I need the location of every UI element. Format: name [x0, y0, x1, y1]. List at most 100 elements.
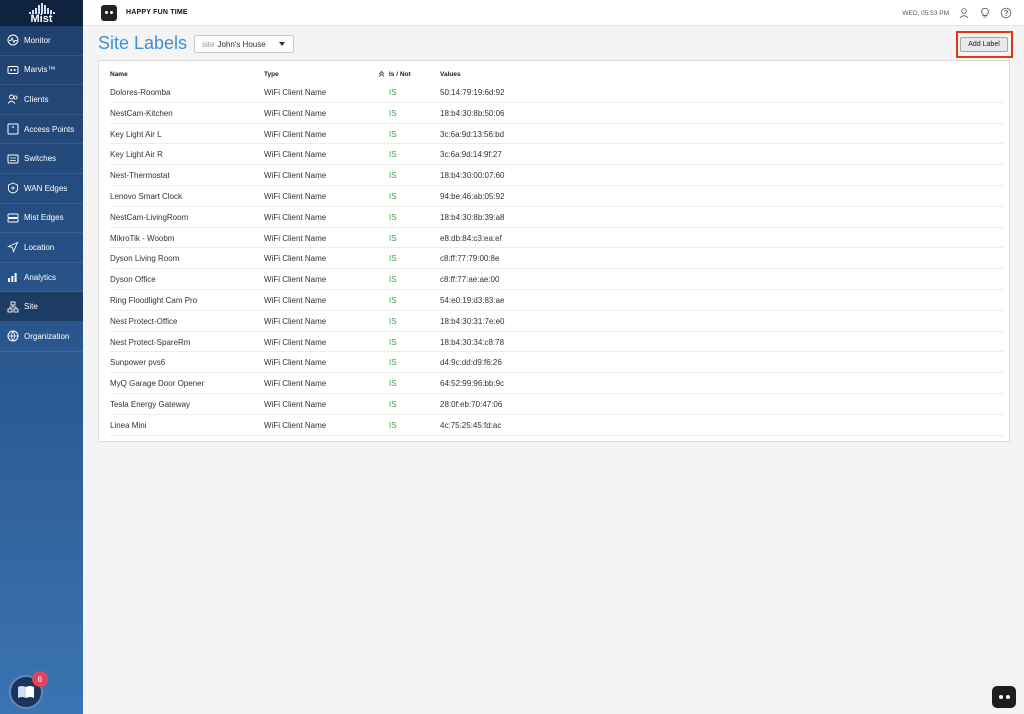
organization-icon	[7, 330, 19, 342]
cell-value: 18:b4:30:31:7e:e0	[440, 316, 505, 326]
cell-name: Key Light Air L	[110, 129, 162, 139]
cell-name: Linea Mini	[110, 420, 147, 430]
cell-is-not: IS	[389, 337, 397, 347]
cell-name: NestCam-Kitchen	[110, 108, 173, 118]
top-header: HAPPY FUN TIME WED, 05:53 PM	[83, 0, 1024, 26]
sidebar-item-label: Site	[24, 302, 38, 312]
table-row[interactable]: Ring Floodlight Cam Pro WiFi Client Name I…	[110, 290, 1003, 311]
table-header: Name Type Is / Not Values	[110, 69, 1003, 81]
column-header-name[interactable]: Name	[110, 71, 128, 78]
cell-type: WiFi Client Name	[264, 150, 327, 160]
cell-value: 28:0f:eb:70:47:06	[440, 399, 503, 409]
sidebar-item-organization[interactable]: Organization	[0, 322, 83, 352]
site-selected-value: John's House	[217, 39, 266, 49]
logo-mark-icon	[28, 2, 55, 14]
table-row[interactable]: Lenovo Smart Clock WiFi Client Name IS 94:b…	[110, 186, 1003, 207]
sidebar-item-site[interactable]: Site	[0, 292, 83, 322]
table-row[interactable]: Dyson Living Room WiFi Client Name IS c8:ff…	[110, 248, 1003, 270]
cell-is-not: IS	[389, 233, 397, 243]
lightbulb-icon[interactable]	[979, 7, 991, 19]
site-prefix-label: site	[202, 39, 215, 49]
table-row[interactable]: Sunpower pvs6 WiFi Client Name IS d4:9c:dd:…	[110, 352, 1003, 374]
sidebar-item-label: WAN Edges	[24, 183, 68, 193]
cell-type: WiFi Client Name	[264, 399, 327, 409]
monitor-icon	[7, 34, 19, 46]
column-header-values[interactable]: Values	[440, 71, 461, 78]
sidebar-item-wan-edges[interactable]: WAN Edges	[0, 174, 83, 204]
cell-value: 18:b4:30:34:c8:78	[440, 337, 505, 347]
cell-name: Nest Protect-Office	[110, 316, 178, 326]
cell-type: WiFi Client Name	[264, 379, 327, 389]
notification-badge: 6	[32, 671, 48, 687]
sidebar-item-label: Access Points	[24, 124, 75, 134]
table-row[interactable]: Key Light Air R WiFi Client Name IS 3c:6a:9…	[110, 144, 1003, 166]
sidebar-item-label: Location	[24, 242, 55, 252]
table-row[interactable]: Key Light Air L WiFi Client Name IS 3c:6a:9…	[110, 124, 1003, 145]
sidebar-item-label: Switches	[24, 154, 57, 164]
sidebar-item-monitor[interactable]: Monitor	[0, 26, 83, 56]
site-icon	[7, 301, 19, 313]
table-row[interactable]: Nest Protect-Office WiFi Client Name IS 18:…	[110, 311, 1003, 332]
cell-is-not: IS	[389, 358, 397, 368]
help-icon[interactable]	[1000, 7, 1012, 19]
logo-text: Mist	[30, 12, 53, 25]
cell-name: Lenovo Smart Clock	[110, 191, 183, 201]
column-header-is-not[interactable]: Is / Not	[389, 71, 411, 78]
cell-is-not: IS	[389, 316, 397, 326]
table-row[interactable]: MikroTik - Woobm WiFi Client Name IS e8:db:…	[110, 228, 1003, 249]
org-name[interactable]: HAPPY FUN TIME	[126, 9, 188, 16]
marvis-assistant-button[interactable]	[992, 686, 1016, 708]
sidebar-item-clients[interactable]: Clients	[0, 85, 83, 115]
table-body: Dolores-Roomba WiFi Client Name IS 50:14:79…	[110, 82, 1003, 436]
sidebar-item-marvis[interactable]: Marvis™	[0, 56, 83, 86]
table-row[interactable]: Nest-Thermostat WiFi Client Name IS 18:b4:3…	[110, 165, 1003, 186]
sidebar-item-mist-edges[interactable]: Mist Edges	[0, 204, 83, 234]
cell-value: 3c:6a:9d:14:9f:27	[440, 150, 502, 160]
sidebar-item-switches[interactable]: Switches	[0, 144, 83, 174]
cell-type: WiFi Client Name	[264, 88, 327, 97]
sidebar-item-access-points[interactable]: Access Points	[0, 115, 83, 145]
table-row[interactable]: MyQ Garage Door Opener WiFi Client Name IS…	[110, 373, 1003, 394]
cell-is-not: IS	[389, 129, 397, 139]
table-row[interactable]: Dolores-Roomba WiFi Client Name IS 50:14:79…	[110, 82, 1003, 103]
cell-type: WiFi Client Name	[264, 191, 327, 201]
cell-name: MikroTik - Woobm	[110, 233, 175, 243]
sort-ascending-icon[interactable]	[378, 70, 385, 77]
cell-is-not: IS	[389, 108, 397, 118]
table-row[interactable]: Tesla Energy Gateway WiFi Client Name IS 28…	[110, 394, 1003, 415]
sidebar-item-label: Clients	[24, 94, 49, 104]
cell-value: d4:9c:dd:d9:f6:26	[440, 358, 502, 368]
cell-value: 4c:75:25:45:fd:ac	[440, 420, 502, 430]
sidebar-item-location[interactable]: Location	[0, 233, 83, 263]
book-icon	[18, 686, 34, 698]
column-header-type[interactable]: Type	[264, 71, 279, 78]
site-dropdown[interactable]: site John's House	[194, 35, 294, 53]
wan-edge-icon	[7, 182, 19, 194]
cell-is-not: IS	[389, 420, 397, 430]
cell-type: WiFi Client Name	[264, 212, 327, 222]
table-row[interactable]: NestCam-Kitchen WiFi Client Name IS 18:b4:3…	[110, 103, 1003, 124]
sidebar-item-label: Organization	[24, 331, 70, 341]
table-row[interactable]: Linea Mini WiFi Client Name IS 4c:75:25:45:…	[110, 415, 1003, 436]
org-logo-icon	[101, 4, 117, 21]
cell-is-not: IS	[389, 171, 397, 181]
table-row[interactable]: Nest Protect-SpareRm WiFi Client Name IS 18…	[110, 332, 1003, 353]
labels-table: Name Type Is / Not Values Dolores-Roomba…	[98, 60, 1010, 442]
chevron-down-icon	[279, 42, 285, 46]
cell-type: WiFi Client Name	[264, 295, 327, 305]
analytics-icon	[7, 271, 19, 283]
table-row[interactable]: Dyson Office WiFi Client Name IS c8:ff:77:a…	[110, 269, 1003, 290]
cell-name: Ring Floodlight Cam Pro	[110, 295, 198, 305]
cell-is-not: IS	[389, 295, 397, 305]
cell-name: Tesla Energy Gateway	[110, 399, 191, 409]
mist-logo[interactable]: Mist	[0, 0, 83, 26]
cell-value: 64:52:99:96:bb:9c	[440, 379, 505, 389]
add-label-button[interactable]: Add Label	[960, 37, 1008, 52]
cell-type: WiFi Client Name	[264, 233, 327, 243]
sidebar-item-label: Analytics	[24, 272, 57, 282]
table-row[interactable]: NestCam-LivingRoom WiFi Client Name IS 18:b…	[110, 207, 1003, 228]
cell-name: Dyson Living Room	[110, 254, 180, 264]
user-icon[interactable]	[958, 7, 970, 19]
cell-type: WiFi Client Name	[264, 108, 327, 118]
sidebar-item-analytics[interactable]: Analytics	[0, 263, 83, 293]
